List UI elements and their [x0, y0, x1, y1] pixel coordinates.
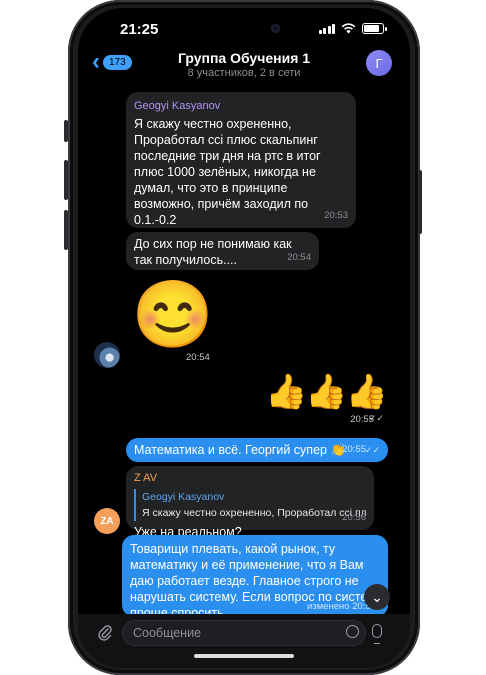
sender-avatar[interactable]: [94, 342, 120, 368]
chat-title[interactable]: Группа Обучения 1: [78, 50, 410, 66]
phone-screen: 21:25 ‹ 173 Группа Обучения 1 8 участник…: [78, 8, 410, 668]
status-icons: [318, 23, 387, 34]
camera-icon: [271, 24, 280, 33]
composer-bar: Сообщение: [78, 614, 410, 668]
message-text: До сих пор не понимаю как так получилось…: [134, 237, 292, 267]
message-text: Математика и всё. Георгий супер: [134, 443, 327, 457]
message-time: 20:55: [342, 444, 366, 455]
battery-icon: [362, 23, 387, 34]
sticker-icon[interactable]: [346, 625, 359, 638]
read-checkmark-icon: ✓✓: [368, 413, 384, 423]
phone-side-button: [64, 120, 68, 142]
message-list[interactable]: Geogyi Kasyanov Я скажу честно охрененно…: [78, 84, 410, 620]
message-time: 20:53: [324, 210, 348, 221]
chat-header: ‹ 173 Группа Обучения 1 8 участников, 2 …: [78, 44, 410, 84]
sender-avatar[interactable]: ZA: [94, 508, 120, 534]
thumbs-up-emoji: 👍👍👍: [264, 373, 388, 411]
message-time: 20:54: [186, 352, 210, 363]
phone-volume-up: [64, 160, 68, 200]
phone-power-button: [418, 170, 422, 234]
paperclip-icon[interactable]: [98, 624, 112, 647]
sender-name[interactable]: Z AV: [134, 470, 366, 486]
emoji-message[interactable]: 👍👍👍 20:55 ✓✓: [256, 370, 388, 426]
message-text: Я скажу честно охрененно, Проработал ссі…: [134, 117, 321, 227]
reply-preview[interactable]: Geogyi Kasyanov Я скажу честно охрененно…: [134, 489, 366, 521]
sender-name[interactable]: Geogyi Kasyanov: [134, 98, 348, 114]
phone-volume-down: [64, 210, 68, 250]
wifi-icon: [341, 23, 356, 34]
message-bubble[interactable]: Z AV Geogyi Kasyanov Я скажу честно охре…: [126, 466, 374, 539]
reply-text: Я скажу честно охрененно, Проработал ссі…: [142, 507, 366, 519]
dynamic-island: [198, 16, 294, 42]
status-time: 21:25: [120, 21, 159, 38]
message-time: 20:54: [287, 252, 311, 263]
smiling-face-sticker: 😊: [131, 277, 215, 351]
message-input[interactable]: Сообщение: [122, 620, 366, 646]
reply-author: Geogyi Kasyanov: [142, 491, 225, 503]
message-time: 20:56: [342, 512, 366, 523]
message-bubble[interactable]: До сих пор не понимаю как так получилось…: [126, 232, 319, 270]
scroll-down-button[interactable]: ⌄: [364, 584, 390, 610]
sticker-message[interactable]: 😊 20:54: [128, 274, 218, 364]
microphone-icon[interactable]: [372, 624, 382, 644]
read-checkmark-icon: ✓✓: [364, 445, 380, 455]
message-bubble[interactable]: Geogyi Kasyanov Я скажу честно охрененно…: [126, 92, 356, 252]
home-indicator: [194, 654, 294, 658]
message-bubble[interactable]: Математика и всё. Георгий супер 👏 20:55 …: [126, 438, 388, 462]
group-avatar[interactable]: Г: [366, 50, 392, 76]
chat-subtitle: 8 участников, 2 в сети: [187, 67, 301, 79]
signal-icon: [318, 23, 335, 34]
chevron-down-icon: ⌄: [371, 588, 383, 605]
message-bubble[interactable]: Товарищи плевать, какой рынок, ту матема…: [122, 535, 388, 620]
